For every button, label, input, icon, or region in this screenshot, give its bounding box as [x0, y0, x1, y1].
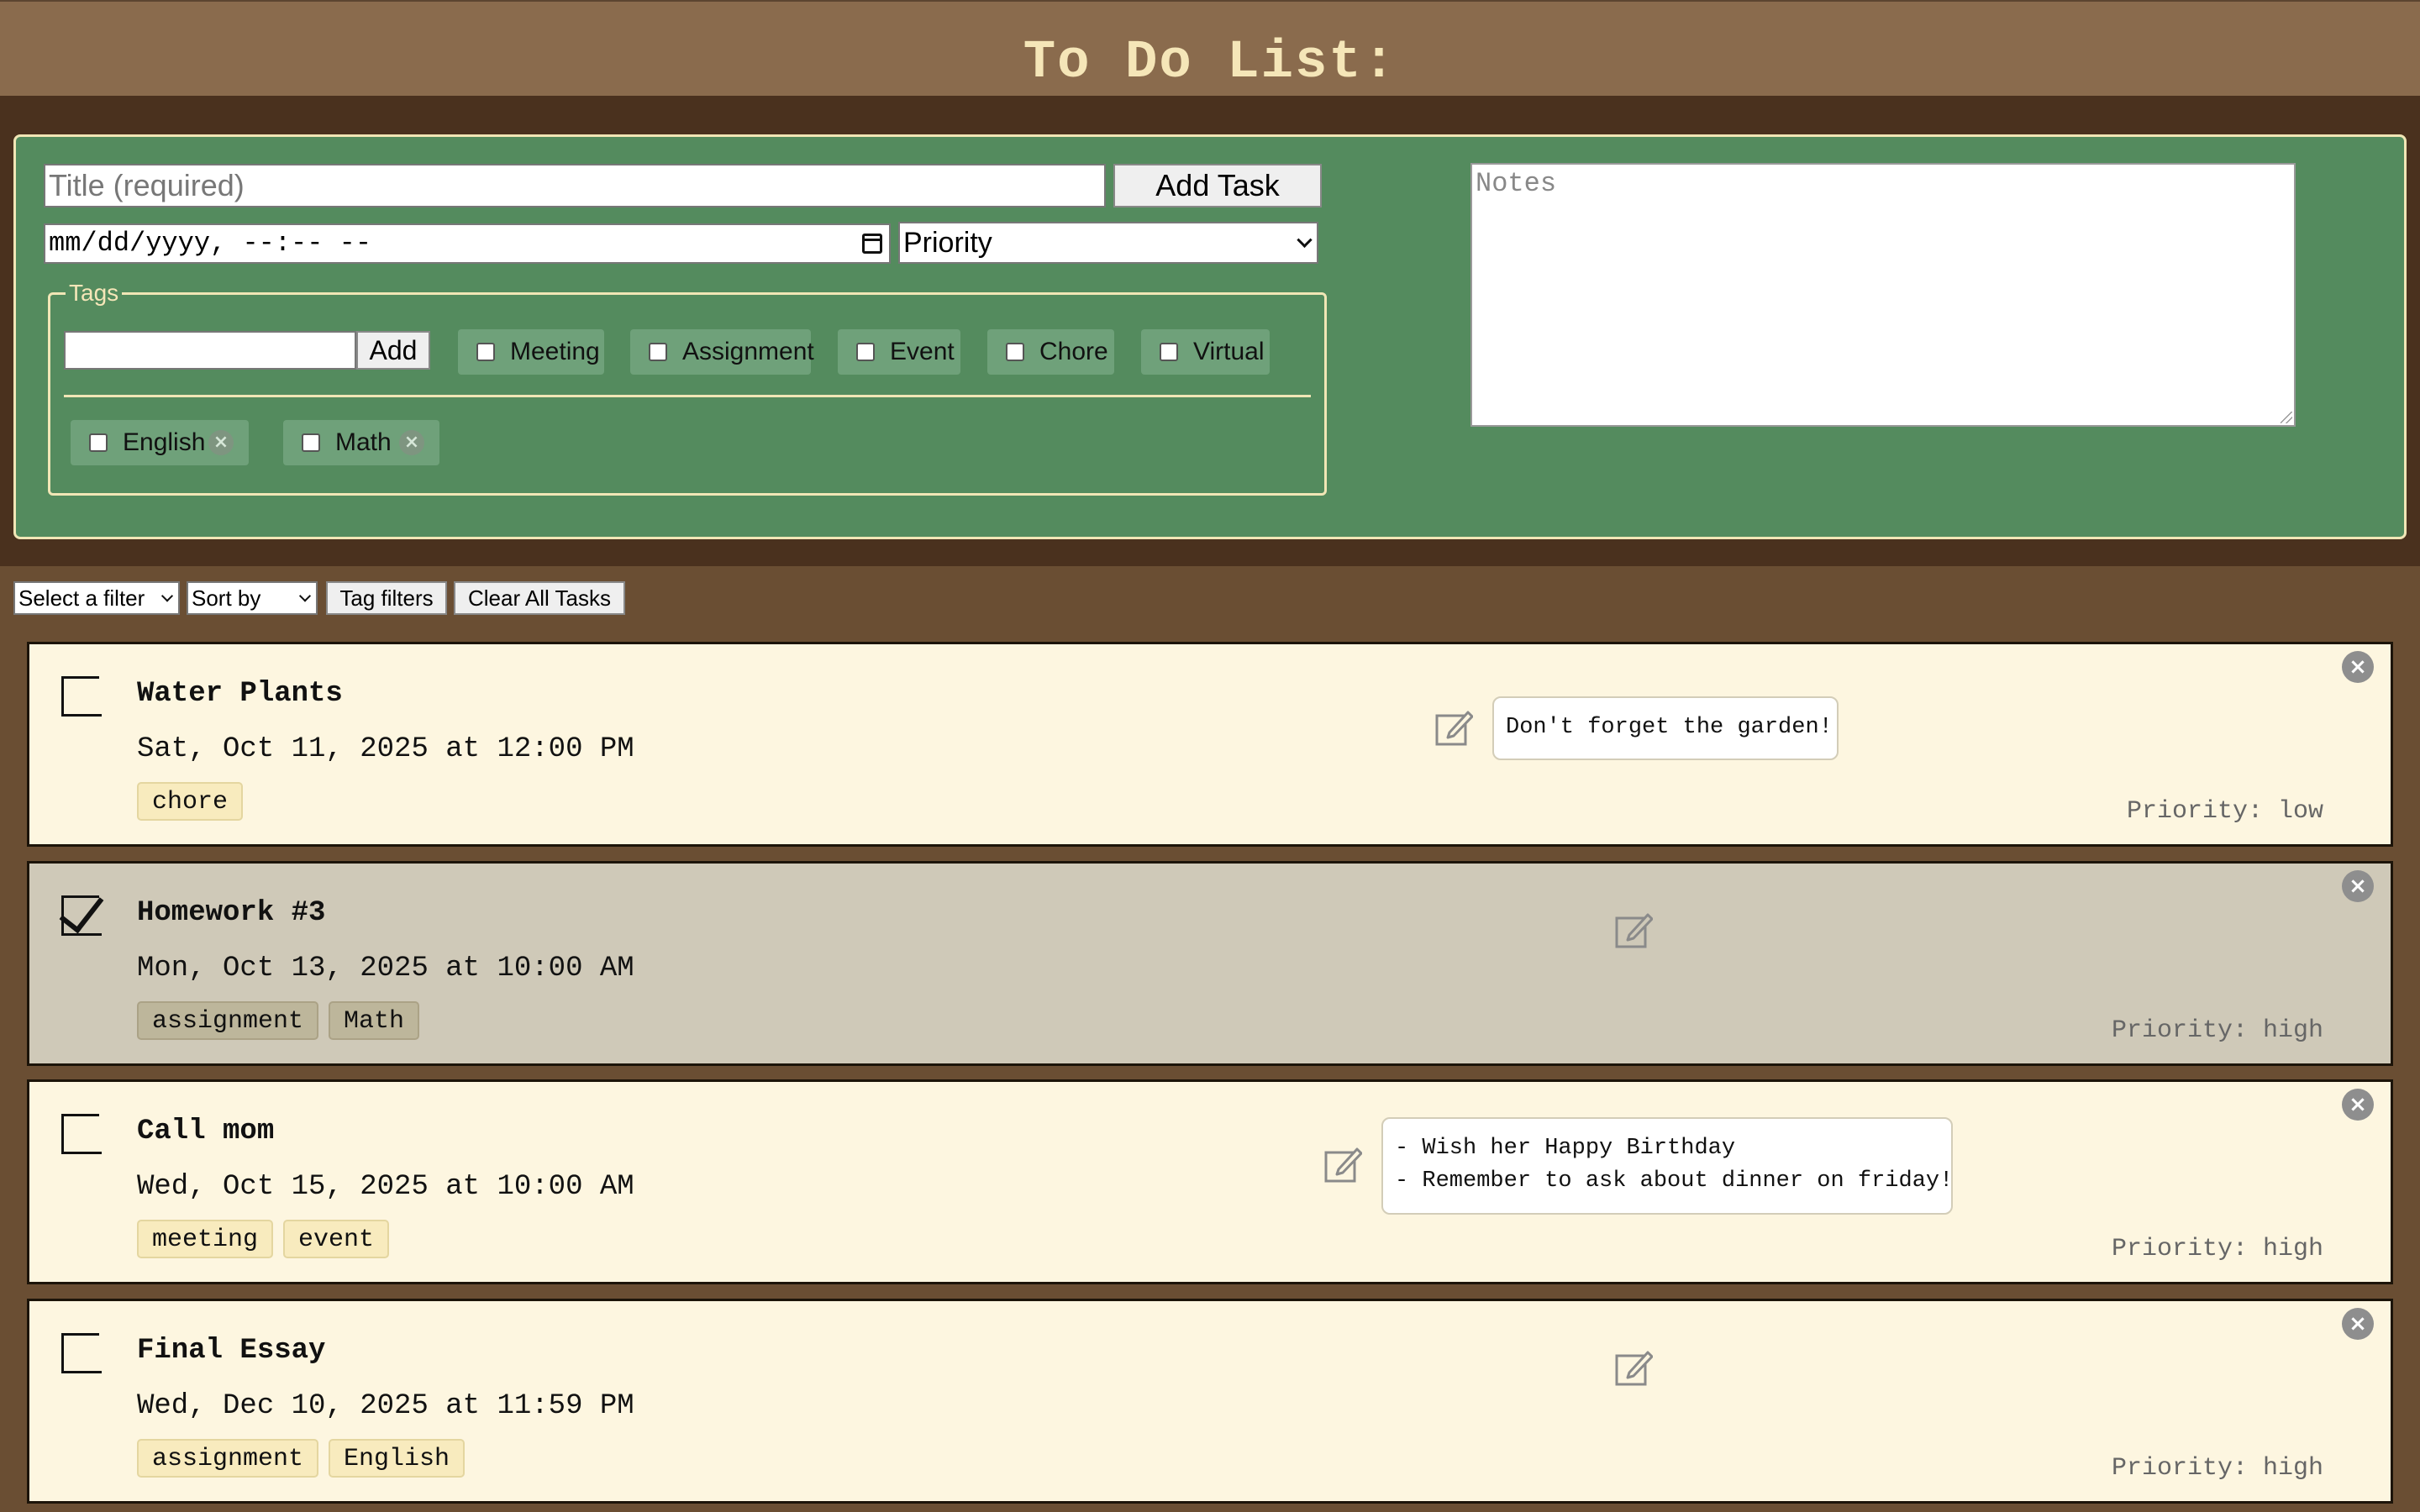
task-tag: event	[283, 1220, 390, 1258]
tag-chip-meeting[interactable]: Meeting	[458, 329, 604, 375]
tag-chip-label: Assignment	[682, 338, 814, 365]
add-task-button[interactable]: Add Task	[1113, 164, 1322, 207]
task-card[interactable]: Final Essay Wed, Dec 10, 2025 at 11:59 P…	[27, 1299, 2393, 1504]
resize-handle[interactable]	[2281, 412, 2292, 423]
filter-select[interactable]: Select a filter	[13, 581, 180, 615]
sort-select[interactable]: Sort by	[187, 581, 318, 615]
tag-chip-assignment[interactable]: Assignment	[630, 329, 814, 375]
task-note: Don't forget the garden!	[1492, 696, 1839, 760]
delete-task-icon[interactable]: ×	[2342, 651, 2374, 683]
task-title: Water Plants	[137, 678, 343, 710]
tag-chip-label: English	[123, 428, 206, 456]
datetime-placeholder: mm/dd/yyyy, --:-- --	[49, 228, 372, 259]
task-date: Wed, Oct 15, 2025 at 10:00 AM	[137, 1171, 634, 1203]
tags-divider	[64, 395, 1311, 397]
edit-icon[interactable]	[1434, 708, 1473, 747]
task-tags: assignment English	[137, 1439, 475, 1478]
notes-textarea[interactable]: Notes	[1470, 163, 2296, 427]
header: To Do List:	[0, 0, 2420, 96]
task-card[interactable]: Water Plants Sat, Oct 11, 2025 at 12:00 …	[27, 642, 2393, 847]
edit-icon[interactable]	[1614, 1348, 1653, 1387]
task-tag: assignment	[137, 1001, 319, 1040]
tag-filters-button[interactable]: Tag filters	[326, 581, 447, 615]
tag-chip-label: Meeting	[510, 338, 600, 365]
page-title: To Do List:	[1023, 33, 1397, 93]
tag-chip-event[interactable]: Event	[838, 329, 960, 375]
task-date: Wed, Dec 10, 2025 at 11:59 PM	[137, 1390, 634, 1422]
sort-select-value: Sort by	[192, 585, 261, 611]
notes-placeholder: Notes	[1476, 168, 1557, 199]
task-title: Final Essay	[137, 1335, 326, 1367]
delete-task-icon[interactable]: ×	[2342, 870, 2374, 902]
task-tag: English	[329, 1439, 466, 1478]
task-priority: Priority: high	[2111, 1016, 2323, 1045]
priority-select-value: Priority	[903, 227, 992, 259]
tag-chip-label: Chore	[1039, 338, 1108, 365]
delete-task-icon[interactable]: ×	[2342, 1308, 2374, 1340]
tag-checkbox[interactable]	[1006, 343, 1024, 361]
task-date: Sat, Oct 11, 2025 at 12:00 PM	[137, 733, 634, 765]
tag-checkbox[interactable]	[1160, 343, 1178, 361]
task-tags: assignment Math	[137, 1001, 429, 1040]
filter-select-value: Select a filter	[18, 585, 145, 611]
task-date: Mon, Oct 13, 2025 at 10:00 AM	[137, 953, 634, 984]
task-priority: Priority: low	[2126, 797, 2323, 826]
add-tag-button[interactable]: Add	[356, 331, 430, 370]
task-note: - Wish her Happy Birthday - Remember to …	[1381, 1117, 1953, 1215]
task-card[interactable]: Homework #3 Mon, Oct 13, 2025 at 10:00 A…	[27, 861, 2393, 1066]
edit-icon[interactable]	[1614, 911, 1653, 949]
tag-chip-english[interactable]: English ×	[71, 420, 249, 465]
edit-icon[interactable]	[1323, 1145, 1362, 1184]
tag-checkbox[interactable]	[89, 433, 108, 452]
clear-all-tasks-button[interactable]: Clear All Tasks	[454, 581, 625, 615]
task-checkbox[interactable]	[61, 676, 104, 717]
tag-checkbox[interactable]	[856, 343, 875, 361]
remove-tag-icon[interactable]: ×	[399, 430, 424, 455]
calendar-icon[interactable]	[862, 234, 882, 254]
priority-select[interactable]: Priority	[898, 222, 1318, 264]
tags-legend: Tags	[66, 279, 123, 307]
tag-checkbox[interactable]	[649, 343, 667, 361]
tag-chip-chore[interactable]: Chore	[987, 329, 1114, 375]
tag-checkbox[interactable]	[476, 343, 495, 361]
tag-chip-virtual[interactable]: Virtual	[1141, 329, 1270, 375]
task-priority: Priority: high	[2111, 1454, 2323, 1483]
task-tags: meeting event	[137, 1220, 399, 1258]
tag-chip-label: Virtual	[1193, 338, 1265, 365]
chevron-down-icon	[160, 590, 174, 602]
chevron-down-icon	[298, 590, 312, 602]
task-checkbox[interactable]	[61, 1114, 104, 1154]
tag-chip-label: Math	[335, 428, 392, 456]
task-tag: meeting	[137, 1220, 274, 1258]
tag-chip-math[interactable]: Math ×	[283, 420, 439, 465]
task-title: Call mom	[137, 1116, 275, 1147]
task-tags: chore	[137, 782, 253, 821]
tag-checkbox[interactable]	[302, 433, 320, 452]
chevron-down-icon	[1297, 232, 1313, 248]
tag-chip-label: Event	[890, 338, 955, 365]
task-checkbox[interactable]	[61, 1333, 104, 1373]
task-tag: chore	[137, 782, 244, 821]
datetime-input[interactable]: mm/dd/yyyy, --:-- --	[44, 223, 891, 264]
task-tag: Math	[329, 1001, 420, 1040]
task-priority: Priority: high	[2111, 1235, 2323, 1263]
remove-tag-icon[interactable]: ×	[208, 430, 234, 455]
delete-task-icon[interactable]: ×	[2342, 1089, 2374, 1121]
title-input[interactable]: Title (required)	[44, 164, 1106, 207]
task-title: Homework #3	[137, 897, 326, 929]
tag-input[interactable]	[64, 331, 356, 370]
task-card[interactable]: Call mom Wed, Oct 15, 2025 at 10:00 AM m…	[27, 1079, 2393, 1284]
task-tag: assignment	[137, 1439, 319, 1478]
